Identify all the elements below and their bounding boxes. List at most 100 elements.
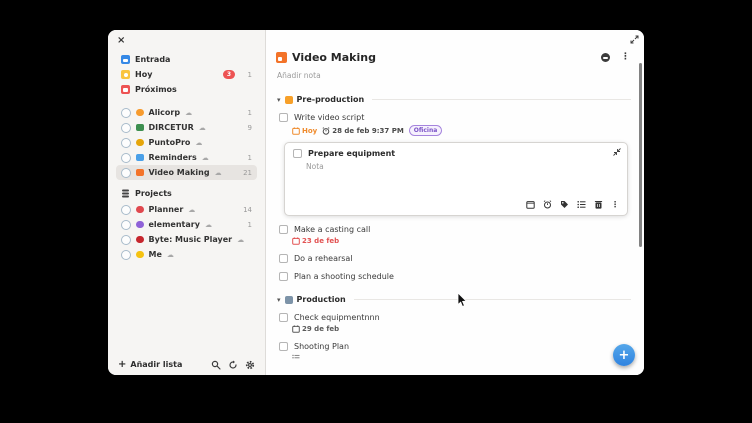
scrollbar[interactable] [639, 63, 642, 247]
plus-icon: + [118, 360, 126, 370]
menu-kebab-icon[interactable]: ⋮ [621, 53, 630, 62]
add-note-placeholder[interactable]: Añadir nota [277, 71, 644, 80]
chevron-down-icon[interactable]: ▾ [277, 96, 281, 104]
tag-pill-oficina[interactable]: Oficina [409, 125, 442, 136]
item-count: 1 [240, 71, 252, 79]
progress-circle [121, 235, 131, 245]
note-placeholder[interactable]: Nota [306, 162, 619, 171]
list-count: 1 [240, 109, 252, 117]
task-row-casting-call[interactable]: Make a casting call [279, 225, 630, 234]
settings-button[interactable] [245, 360, 255, 370]
expand-icon [630, 35, 639, 44]
search-icon [211, 360, 221, 370]
sync-button[interactable] [228, 360, 238, 370]
sidebar-list-reminders[interactable]: Reminders ☁ 1 [116, 150, 257, 165]
sidebar-list-video-making[interactable]: Video Making ☁ 21 [116, 165, 257, 180]
main-panel: Video Making ⋮ Añadir nota ▾ Pre-product… [266, 30, 644, 375]
cloud-icon: ☁ [215, 169, 222, 177]
alarm-icon [543, 200, 552, 209]
sidebar-item-proximos[interactable]: Próximos [116, 82, 257, 97]
project-emoji-icon [136, 251, 144, 259]
list-name: Reminders [149, 153, 197, 162]
task-checkbox[interactable] [293, 149, 302, 158]
sidebar-project-byte[interactable]: Byte: Music Player ☁ [116, 232, 257, 247]
section-emoji-icon [285, 96, 293, 104]
tag-icon [560, 200, 569, 209]
section-label: Pre-production [297, 95, 365, 104]
chevron-down-icon[interactable]: ▾ [277, 375, 281, 376]
progress-circle [121, 138, 131, 148]
sidebar-list-puntopro[interactable]: PuntoPro ☁ [116, 135, 257, 150]
task-toolbar: ⋮ [293, 200, 619, 209]
checklist-icon [292, 354, 300, 361]
project-name: Byte: Music Player [149, 235, 233, 244]
list-emoji-icon [136, 139, 144, 147]
mouse-cursor [457, 293, 469, 308]
list-count: 9 [240, 124, 252, 132]
reminder-label: 28 de feb 9:37 PM [332, 127, 404, 135]
list-emoji-icon [136, 109, 144, 117]
sidebar-item-hoy[interactable]: Hoy 3 1 [116, 67, 257, 82]
task-checkbox[interactable] [279, 254, 288, 263]
task-card-prepare-equipment[interactable]: Prepare equipment Nota [284, 142, 628, 216]
add-list-button[interactable]: + Añadir lista [118, 360, 182, 370]
task-row-schedule[interactable]: Plan a shooting schedule [279, 272, 630, 281]
sidebar-project-planner[interactable]: Planner ☁ 14 [116, 202, 257, 217]
gear-icon [245, 360, 255, 370]
delete-button[interactable] [594, 200, 603, 209]
task-checkbox[interactable] [279, 225, 288, 234]
projects-header[interactable]: Projects [121, 186, 252, 200]
list-name: PuntoPro [149, 138, 191, 147]
list-name: Video Making [149, 168, 210, 177]
reminder-button[interactable] [543, 200, 552, 209]
schedule-button[interactable] [526, 200, 535, 209]
alarm-icon [322, 127, 330, 135]
progress-circle [121, 123, 131, 133]
calendar-icon [292, 237, 300, 245]
sidebar-item-entrada[interactable]: Entrada [116, 52, 257, 67]
progress-circle [121, 153, 131, 163]
section-emoji-icon [285, 296, 293, 304]
inbox-icon [121, 55, 130, 64]
task-row-write-script[interactable]: Write video script [279, 113, 630, 122]
progress-circle [121, 108, 131, 118]
cloud-icon: ☁ [167, 251, 174, 259]
task-title: Prepare equipment [308, 149, 395, 158]
collapse-task-button[interactable] [613, 148, 621, 156]
progress-circle [121, 168, 131, 178]
progress-circle [121, 220, 131, 230]
cloud-icon: ☁ [188, 206, 195, 214]
label-button[interactable] [560, 200, 569, 209]
task-row-check-equipment[interactable]: Check equipmentnnn [279, 313, 630, 322]
task-checkbox[interactable] [279, 313, 288, 322]
section-post-production: ▾ Post-Production [277, 374, 631, 375]
project-count: 1 [240, 221, 252, 229]
task-title: Do a rehearsal [294, 254, 353, 263]
sidebar-list-alicorp[interactable]: Alicorp ☁ 1 [116, 105, 257, 120]
sidebar-list-dircetur[interactable]: DIRCETUR ☁ 9 [116, 120, 257, 135]
sidebar-project-me[interactable]: Me ☁ [116, 247, 257, 262]
add-task-button[interactable]: + [613, 344, 635, 366]
project-count: 14 [240, 206, 252, 214]
stack-icon [121, 189, 130, 198]
task-checkbox[interactable] [279, 272, 288, 281]
search-button[interactable] [211, 360, 221, 370]
task-title: Make a casting call [294, 225, 370, 234]
task-title: Write video script [294, 113, 364, 122]
chevron-down-icon[interactable]: ▾ [277, 296, 281, 304]
checklist-icon [577, 200, 586, 209]
project-header: Video Making ⋮ [276, 51, 630, 64]
expand-window-button[interactable] [630, 35, 639, 44]
list-name: Alicorp [149, 108, 181, 117]
task-menu-kebab-icon[interactable]: ⋮ [611, 200, 619, 209]
trash-icon [594, 200, 603, 209]
task-row-rehearsal[interactable]: Do a rehearsal [279, 254, 630, 263]
checklist-button[interactable] [577, 200, 586, 209]
window-close-button[interactable]: × [117, 36, 125, 46]
filter-icon[interactable] [601, 53, 610, 62]
task-checkbox[interactable] [279, 113, 288, 122]
task-checkbox[interactable] [279, 342, 288, 351]
sidebar-project-elementary[interactable]: elementary ☁ 1 [116, 217, 257, 232]
task-row-shooting-plan[interactable]: Shooting Plan [279, 342, 630, 351]
projects-label: Projects [135, 189, 172, 198]
